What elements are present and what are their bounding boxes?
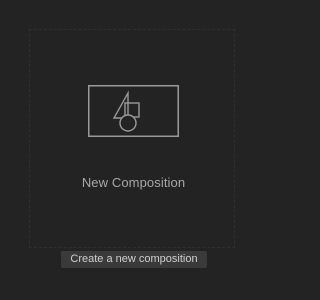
composition-panel: New Composition Create a new composition bbox=[0, 0, 267, 300]
new-composition-button[interactable] bbox=[29, 29, 235, 248]
tooltip: Create a new composition bbox=[61, 251, 207, 268]
new-composition-icon[interactable] bbox=[88, 85, 179, 137]
new-composition-label[interactable]: New Composition bbox=[0, 175, 267, 190]
